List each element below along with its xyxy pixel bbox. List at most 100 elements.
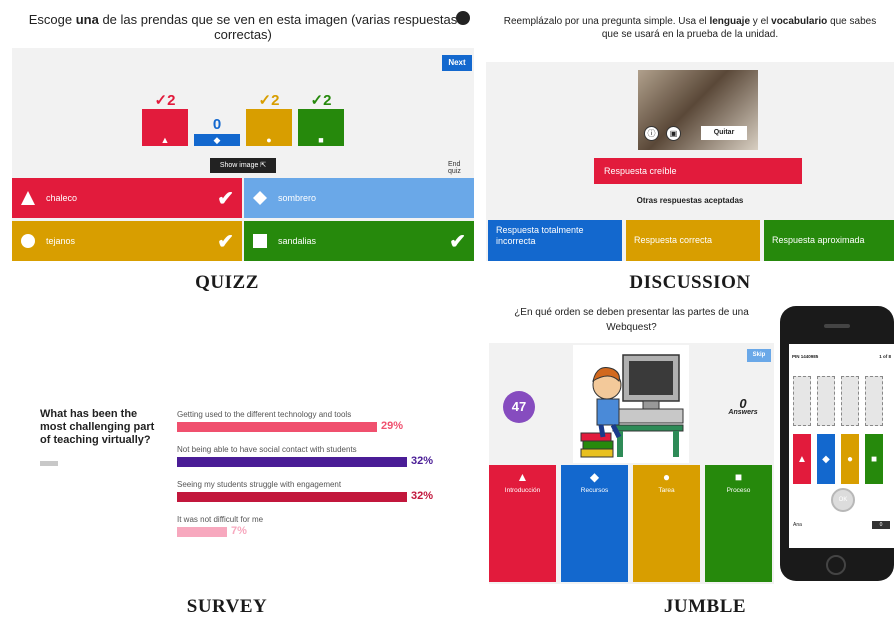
survey-question: What has been the most challenging part …	[40, 408, 155, 446]
answer-count: ✓2	[246, 91, 292, 109]
divider	[40, 461, 58, 466]
card-label: Proceso	[726, 487, 751, 494]
home-button[interactable]	[826, 555, 846, 575]
instruction-bold-text: vocabulario	[771, 16, 828, 27]
count-value: 2	[271, 92, 280, 109]
player-score: 0	[872, 521, 890, 529]
answer-tile[interactable]: tejanos ✔	[12, 221, 242, 261]
quiz-question: Escoge una de las prendas que se ven en …	[12, 8, 474, 48]
card-label: Tarea	[658, 487, 675, 494]
main-answer-field[interactable]: Respuesta creíble	[594, 158, 802, 184]
discussion-panel: Reemplázalo por una pregunta simple. Usa…	[486, 8, 894, 261]
jumble-card[interactable]: ● Tarea	[633, 465, 700, 582]
quizz-panel: Escoge una de las prendas que se ven en …	[12, 8, 474, 261]
kid-at-computer-illustration	[580, 354, 684, 458]
game-pin: PIN 1440985	[792, 354, 819, 359]
submit-button[interactable]: OK	[831, 488, 855, 512]
jumble-card[interactable]: ▲ Introducción	[489, 465, 556, 582]
answer-count: ✓2	[142, 91, 188, 109]
instruction-text: y el	[752, 16, 769, 27]
phone-answer-tile[interactable]: ■	[865, 434, 883, 484]
result-bar	[298, 109, 344, 134]
card-shape-icon: ▲	[516, 470, 529, 484]
instruction-bold-text: lenguaje	[709, 16, 751, 27]
answer-label: Respuesta totalmente incorrecta	[496, 225, 584, 246]
end-quiz-link[interactable]: End quiz	[448, 161, 474, 175]
answer-count: 0	[194, 116, 240, 133]
answer-tile[interactable]: chaleco ✔	[12, 178, 242, 218]
check-icon: ✓	[154, 92, 168, 109]
timer-badge: 47	[503, 391, 535, 423]
answer-tile[interactable]: sandalias ✔	[244, 221, 474, 261]
result-bar	[142, 109, 188, 134]
image-icon[interactable]: ▣	[666, 126, 681, 141]
survey-percent: 29%	[381, 420, 404, 432]
card-shape-icon: ●	[662, 470, 671, 484]
instruction-text: Reemplázalo por una pregunta simple. Usa…	[503, 16, 707, 27]
result-bar-shape-icon: ●	[246, 134, 292, 146]
answer-label: Respuesta aproximada	[772, 235, 865, 245]
circle-icon	[20, 233, 36, 249]
diamond-icon	[252, 190, 268, 206]
answer-label: chaleco	[46, 193, 78, 203]
kahoot-logo-icon	[456, 11, 470, 25]
survey-option-label: Getting used to the different technology…	[177, 410, 352, 419]
caption-quizz: QUIZZ	[195, 272, 259, 293]
check-icon: ✔	[449, 231, 466, 253]
survey-percent: 32%	[411, 455, 434, 467]
caption-jumble: JUMBLE	[663, 596, 747, 617]
other-answers-heading: Otras respuestas aceptadas	[636, 196, 744, 205]
count-value: 2	[323, 92, 332, 109]
question-text: de las prendas que se ven en esta imagen…	[102, 12, 458, 42]
card-label: Recursos	[580, 487, 609, 494]
phone-speaker	[824, 324, 850, 328]
answer-tile[interactable]: sombrero	[244, 178, 474, 218]
next-button[interactable]: Next	[442, 55, 472, 71]
answer-label: Respuesta correcta	[634, 235, 713, 245]
player-name: Ana	[793, 522, 802, 528]
answer-label: sombrero	[278, 193, 317, 203]
survey-percent: 7%	[231, 525, 247, 537]
question-bold-text: una	[75, 12, 99, 27]
caption-discussion: DISCUSSION	[629, 272, 751, 293]
phone-mockup: PIN 1440985 1 of 8 ▲ ◆ ● ■ OK Ana 0	[780, 306, 894, 581]
card-label: Introducción	[504, 487, 541, 494]
skip-button[interactable]: Skip	[747, 349, 771, 362]
answer-correct-field[interactable]: Respuesta correcta	[626, 220, 760, 261]
computer-illustration	[573, 345, 689, 463]
survey-panel: What has been the most challenging part …	[30, 400, 470, 550]
phone-screen: PIN 1440985 1 of 8 ▲ ◆ ● ■ OK Ana 0	[789, 344, 894, 548]
result-bar	[246, 109, 292, 134]
square-icon	[252, 233, 268, 249]
answers-label: Answers	[728, 409, 758, 416]
survey-bar	[177, 457, 407, 467]
jumble-card[interactable]: ◆ Recursos	[561, 465, 628, 582]
result-bar-shape-icon: ▲	[142, 134, 188, 146]
remove-image-button[interactable]: Quitar	[701, 126, 747, 140]
jumble-question: ¿En qué orden se deben presentar las par…	[489, 299, 774, 343]
result-bar-shape-icon: ◆	[194, 134, 240, 146]
check-icon: ✓	[258, 92, 272, 109]
survey-bar	[177, 422, 377, 432]
question-text: Escoge	[28, 12, 73, 27]
jumble-card[interactable]: ■ Proceso	[705, 465, 772, 582]
answer-approx-field[interactable]: Respuesta aproximada	[764, 220, 894, 261]
jumble-panel: ¿En qué orden se deben presentar las par…	[489, 299, 774, 584]
drop-slot[interactable]	[841, 376, 859, 426]
info-icon[interactable]: ⓘ	[644, 126, 659, 141]
answer-label: tejanos	[46, 236, 76, 246]
phone-answer-tile[interactable]: ▲	[793, 434, 811, 484]
triangle-icon	[20, 190, 36, 206]
phone-answer-tile[interactable]: ●	[841, 434, 859, 484]
drop-slot[interactable]	[817, 376, 835, 426]
check-icon: ✓	[310, 92, 324, 109]
drop-slot[interactable]	[793, 376, 811, 426]
answer-incorrect-field[interactable]: Respuesta totalmente incorrecta	[488, 220, 622, 261]
result-bar-shape-icon: ■	[298, 134, 344, 146]
survey-bar	[177, 527, 227, 537]
show-image-button[interactable]: Show image ⇱	[210, 158, 276, 173]
drop-slot[interactable]	[865, 376, 883, 426]
answer-count: ✓2	[298, 91, 344, 109]
phone-answer-tile[interactable]: ◆	[817, 434, 835, 484]
check-icon: ✔	[217, 231, 234, 253]
